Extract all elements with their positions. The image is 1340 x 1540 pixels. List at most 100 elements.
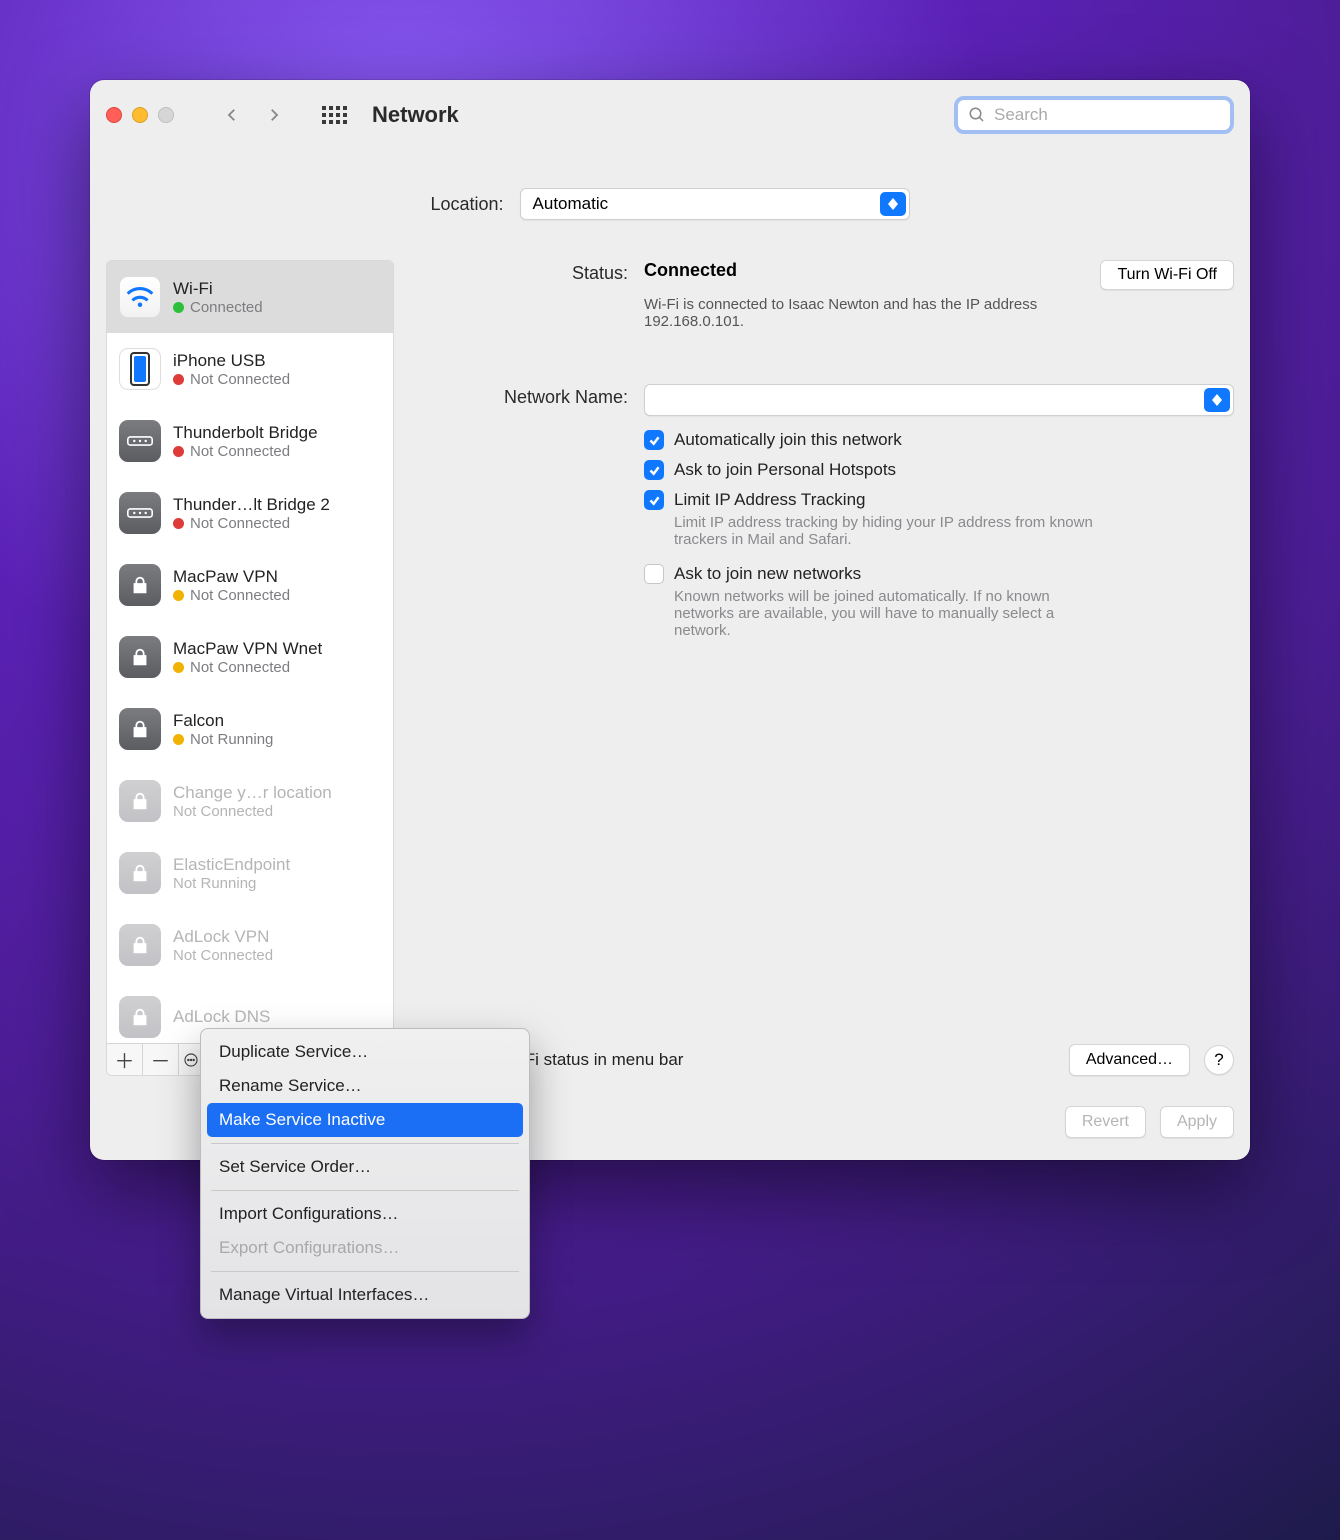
search-input[interactable] xyxy=(994,105,1220,125)
service-name: Change y…r location xyxy=(173,783,332,803)
services-sidebar: Wi-FiConnectediPhone USBNot ConnectedThu… xyxy=(106,260,394,1076)
service-status: Not Connected xyxy=(190,371,290,388)
show-all-icon[interactable] xyxy=(320,101,348,129)
advanced-button[interactable]: Advanced… xyxy=(1069,1044,1190,1076)
location-select[interactable]: Automatic xyxy=(520,188,910,220)
limit-ip-label: Limit IP Address Tracking xyxy=(674,490,1094,510)
service-detail-panel: Status: Connected Turn Wi-Fi Off Wi-Fi i… xyxy=(418,260,1234,1076)
traffic-lights xyxy=(106,107,174,123)
checkbox-checked-icon[interactable] xyxy=(644,490,664,510)
location-value: Automatic xyxy=(533,194,609,214)
ellipsis-icon xyxy=(183,1052,199,1068)
service-actions-context-menu: Duplicate Service…Rename Service…Make Se… xyxy=(200,1028,530,1319)
window-title: Network xyxy=(372,102,459,128)
service-item-5[interactable]: MacPaw VPN WnetNot Connected xyxy=(107,621,393,693)
add-service-button[interactable]: ＋ xyxy=(107,1044,143,1075)
service-item-8[interactable]: ElasticEndpointNot Running xyxy=(107,837,393,909)
service-item-7[interactable]: Change y…r locationNot Connected xyxy=(107,765,393,837)
service-status: Not Connected xyxy=(190,659,290,676)
minimize-button[interactable] xyxy=(132,107,148,123)
checkbox-checked-icon[interactable] xyxy=(644,430,664,450)
back-button[interactable] xyxy=(218,101,246,129)
personal-hotspot-checkbox-row[interactable]: Ask to join Personal Hotspots xyxy=(644,460,1234,480)
service-name: Thunder…lt Bridge 2 xyxy=(173,495,330,515)
checkbox-checked-icon[interactable] xyxy=(644,460,664,480)
service-item-6[interactable]: FalconNot Running xyxy=(107,693,393,765)
status-dot xyxy=(173,518,184,529)
service-item-4[interactable]: MacPaw VPNNot Connected xyxy=(107,549,393,621)
checkbox-unchecked-icon[interactable] xyxy=(644,564,664,584)
service-name: AdLock VPN xyxy=(173,927,273,947)
lock-icon xyxy=(119,996,161,1038)
service-item-0[interactable]: Wi-FiConnected xyxy=(107,261,393,333)
tbolt-icon xyxy=(119,420,161,462)
status-dot xyxy=(173,662,184,673)
menu-item-0[interactable]: Duplicate Service… xyxy=(201,1035,529,1069)
chevron-updown-icon xyxy=(880,192,906,216)
service-status: Not Connected xyxy=(190,515,290,532)
lock-icon xyxy=(119,708,161,750)
service-status: Not Connected xyxy=(190,443,290,460)
service-status: Not Running xyxy=(173,875,256,892)
service-name: Wi-Fi xyxy=(173,279,263,299)
toolbar: Network xyxy=(90,80,1250,150)
revert-button[interactable]: Revert xyxy=(1065,1106,1146,1138)
auto-join-checkbox-row[interactable]: Automatically join this network xyxy=(644,430,1234,450)
limit-ip-desc: Limit IP address tracking by hiding your… xyxy=(674,514,1094,548)
tbolt-icon xyxy=(119,492,161,534)
location-label: Location: xyxy=(430,194,503,215)
service-item-3[interactable]: Thunder…lt Bridge 2Not Connected xyxy=(107,477,393,549)
menu-item-4[interactable]: Set Service Order… xyxy=(201,1150,529,1184)
menu-separator xyxy=(211,1190,519,1191)
service-name: MacPaw VPN Wnet xyxy=(173,639,322,659)
personal-hotspot-label: Ask to join Personal Hotspots xyxy=(674,460,896,480)
service-item-1[interactable]: iPhone USBNot Connected xyxy=(107,333,393,405)
auto-join-label: Automatically join this network xyxy=(674,430,902,450)
menu-item-2[interactable]: Make Service Inactive xyxy=(207,1103,523,1137)
status-description: Wi-Fi is connected to Isaac Newton and h… xyxy=(644,296,1044,330)
limit-ip-checkbox-row[interactable]: Limit IP Address Tracking Limit IP addre… xyxy=(644,490,1234,548)
wifi-icon xyxy=(119,276,161,318)
service-status: Not Running xyxy=(190,731,273,748)
chevron-updown-icon xyxy=(1204,388,1230,412)
ask-new-label: Ask to join new networks xyxy=(674,564,1094,584)
ask-new-checkbox-row[interactable]: Ask to join new networks Known networks … xyxy=(644,564,1234,639)
service-status: Not Connected xyxy=(190,587,290,604)
lock-icon xyxy=(119,852,161,894)
service-name: ElasticEndpoint xyxy=(173,855,290,875)
menu-item-9[interactable]: Manage Virtual Interfaces… xyxy=(201,1278,529,1312)
phone-icon xyxy=(119,348,161,390)
service-status: Not Connected xyxy=(173,803,273,820)
menu-item-6[interactable]: Import Configurations… xyxy=(201,1197,529,1231)
apply-button[interactable]: Apply xyxy=(1160,1106,1234,1138)
service-name: MacPaw VPN xyxy=(173,567,290,587)
turn-wifi-off-button[interactable]: Turn Wi-Fi Off xyxy=(1100,260,1234,290)
status-dot xyxy=(173,734,184,745)
service-name: Falcon xyxy=(173,711,273,731)
menu-separator xyxy=(211,1143,519,1144)
status-label: Status: xyxy=(418,260,628,330)
service-name: iPhone USB xyxy=(173,351,290,371)
footer-buttons: Revert Apply xyxy=(1065,1106,1234,1138)
help-button[interactable]: ? xyxy=(1204,1045,1234,1075)
menu-separator xyxy=(211,1271,519,1272)
close-button[interactable] xyxy=(106,107,122,123)
service-item-2[interactable]: Thunderbolt BridgeNot Connected xyxy=(107,405,393,477)
status-dot xyxy=(173,446,184,457)
service-item-9[interactable]: AdLock VPNNot Connected xyxy=(107,909,393,981)
remove-service-button[interactable]: － xyxy=(143,1044,179,1075)
forward-button[interactable] xyxy=(260,101,288,129)
network-name-select[interactable] xyxy=(644,384,1234,416)
service-name: AdLock DNS xyxy=(173,1007,270,1027)
status-dot xyxy=(173,590,184,601)
status-dot xyxy=(173,374,184,385)
maximize-button[interactable] xyxy=(158,107,174,123)
search-field[interactable] xyxy=(954,96,1234,134)
network-name-label: Network Name: xyxy=(418,384,628,416)
lock-icon xyxy=(119,636,161,678)
system-preferences-window: Network Location: Automatic Wi-FiConnect… xyxy=(90,80,1250,1160)
service-name: Thunderbolt Bridge xyxy=(173,423,318,443)
status-value: Connected xyxy=(644,260,737,281)
menu-item-1[interactable]: Rename Service… xyxy=(201,1069,529,1103)
location-row: Location: Automatic xyxy=(90,174,1250,234)
